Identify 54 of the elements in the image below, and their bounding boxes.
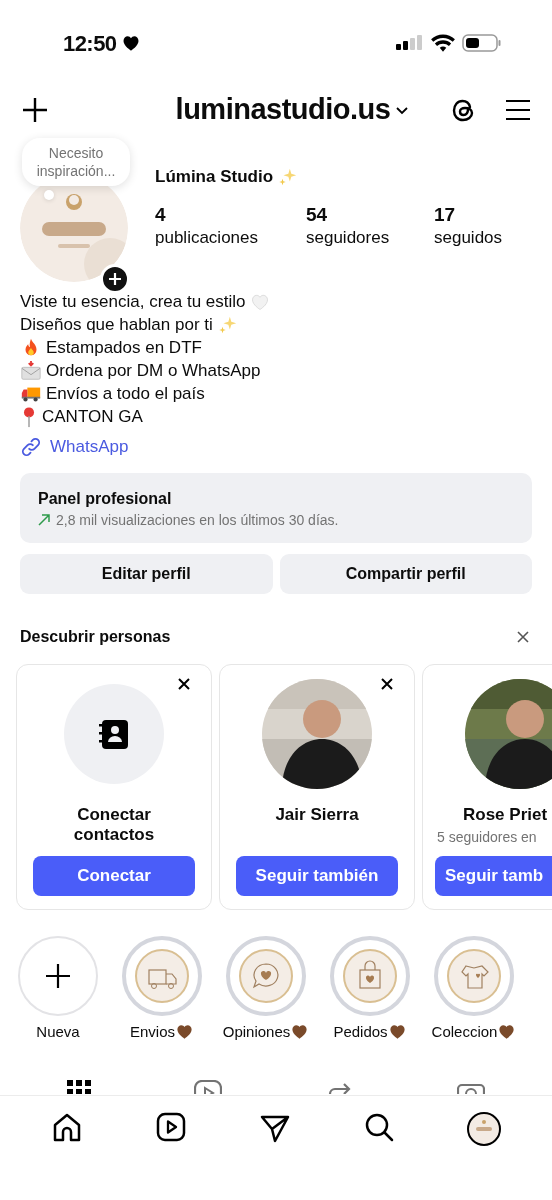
status-time: 12:50 [63,29,117,58]
close-icon[interactable] [177,676,191,691]
stat-value[interactable]: 54 [306,203,434,226]
add-icon[interactable] [20,95,50,125]
panel-stat: 2,8 mil visualizaciones en los últimos 30 días. [56,510,339,530]
add-icon [44,961,72,990]
suggestion-name: Conectar contactos [72,804,156,845]
bio-line: CANTON GA [42,405,143,428]
wifi-icon [430,33,456,53]
menu-icon[interactable] [504,98,532,122]
close-icon[interactable] [516,629,530,644]
highlight-label: Envios [130,1021,175,1042]
bio-line: Envíos a todo el país [46,382,205,405]
envelope-icon [20,359,42,382]
profile-name: Lúmina Studio [155,166,274,188]
panel-title: Panel profesional [38,488,173,509]
highlight-label: Coleccion [431,1021,498,1042]
link[interactable]: WhatsApp [50,434,129,460]
stat-label[interactable]: seguidos [434,225,534,250]
suggestion-name: Jair Sierra [274,804,360,825]
trend-up-icon [38,514,50,526]
suggestion-name: Rose Priet [463,804,548,825]
grid-icon[interactable] [66,1080,91,1094]
battery-icon [462,33,502,53]
reels-icon[interactable] [155,1112,186,1142]
contacts-icon [64,683,164,784]
bio-line: Estampados en DTF [46,336,202,359]
account-switcher[interactable]: luminastudio.us [175,88,411,132]
stat-label[interactable]: seguidores [306,225,434,250]
suggestion-subtitle: 5 seguidores en [437,827,537,847]
close-icon[interactable] [380,676,394,691]
add-icon [108,272,122,286]
bio-line: Ordena por DM o WhatsApp [46,359,261,382]
signal-icon [396,34,424,52]
search-icon[interactable] [364,1112,395,1142]
profile-button[interactable]: Compartir perfil [279,553,532,594]
follow-button[interactable]: Seguir tamb [435,855,552,896]
link-icon [20,435,42,458]
highlight-label: Nueva [36,1021,80,1042]
stat-value[interactable]: 17 [434,203,534,226]
professional-dashboard[interactable]: Panel profesional 2,8 mil visualizaciones en los últimos 30 días. [20,472,532,543]
section-title: Descubrir personas [20,626,171,647]
bubble-tail [44,190,54,200]
stat-value[interactable]: 4 [155,203,306,226]
follow-button[interactable]: Seguir también [236,855,398,896]
profile-button[interactable]: Editar perfil [20,553,273,594]
highlight-label: Pedidos [333,1021,388,1042]
note-bubble[interactable]: Necesito inspiración... [22,138,130,186]
bio-line: Viste tu esencia, crea tu estilo [20,290,246,313]
follow-button[interactable]: Conectar [33,855,195,896]
stat-label[interactable]: publicaciones [155,225,306,250]
profile-avatar[interactable] [467,1112,502,1146]
bio-line: Diseños que hablan por ti [20,313,213,336]
highlight-label: Opiniones [222,1021,291,1042]
